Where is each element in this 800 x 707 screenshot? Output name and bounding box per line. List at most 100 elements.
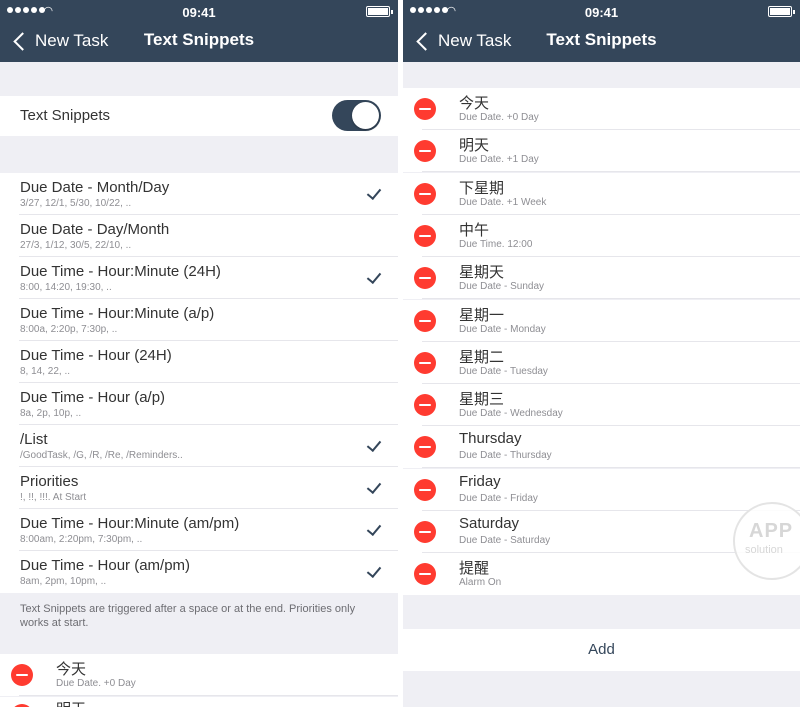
snippet-row[interactable]: 星期天 Due Date - Sunday bbox=[403, 257, 800, 299]
checkmark-icon bbox=[366, 478, 382, 495]
option-subtitle: !, !!, !!!. At Start bbox=[20, 492, 87, 503]
footer-note: Text Snippets are triggered after a spac… bbox=[20, 603, 356, 629]
snippet-title: 下星期 bbox=[459, 180, 505, 197]
snippet-option-row[interactable]: /List/GoodTask, /G, /R, /Re, /Reminders.… bbox=[0, 425, 398, 467]
snippet-option-row[interactable]: Due Time - Hour:Minute (am/pm) 8:00am, 2:… bbox=[0, 509, 398, 551]
option-subtitle: 27/3, 1/12, 30/5, 22/10, .. bbox=[20, 240, 132, 251]
snippet-row[interactable]: 下星期 Due Date. +1 Week bbox=[403, 173, 800, 215]
delete-icon[interactable] bbox=[11, 664, 33, 686]
text-snippets-switch[interactable] bbox=[332, 100, 381, 131]
checkmark-icon bbox=[366, 184, 382, 201]
option-title: Due Time - Hour:Minute (a/p) bbox=[20, 305, 215, 322]
snippet-row[interactable]: 今天 Due Date. +0 Day bbox=[0, 654, 398, 696]
delete-icon[interactable] bbox=[414, 98, 436, 120]
delete-icon[interactable] bbox=[414, 479, 436, 501]
delete-icon[interactable] bbox=[414, 394, 436, 416]
navigation-bar: ◠ 09:41 New Task Text Snippets bbox=[403, 0, 800, 62]
watermark-app-text: APP bbox=[749, 520, 794, 542]
option-title: Due Time - Hour (24H) bbox=[20, 347, 172, 364]
option-subtitle: 8, 14, 22, .. bbox=[20, 366, 71, 377]
snippet-row[interactable]: 中午 Due Time. 12:00 bbox=[403, 215, 800, 257]
delete-icon[interactable] bbox=[414, 225, 436, 247]
snippet-row[interactable]: 今天 Due Date. +0 Day bbox=[403, 88, 800, 130]
page-title: Text Snippets bbox=[143, 30, 255, 49]
snippet-row[interactable]: 星期一 Due Date - Monday bbox=[403, 300, 800, 342]
snippet-title: 提醒 bbox=[459, 560, 490, 577]
snippet-subtitle: Due Date. +1 Week bbox=[459, 197, 547, 208]
delete-icon[interactable] bbox=[414, 352, 436, 374]
snippet-subtitle: Due Date - Sunday bbox=[459, 281, 545, 292]
snippet-option-row[interactable]: Due Time - Hour (24H) 8, 14, 22, .. bbox=[0, 341, 398, 383]
snippet-title: 明天 bbox=[56, 698, 86, 707]
toggle-label: Text Snippets bbox=[20, 107, 111, 124]
snippet-title: Saturday bbox=[459, 515, 520, 532]
delete-icon[interactable] bbox=[414, 267, 436, 289]
snippet-option-row[interactable]: Due Time - Hour (a/p) 8a, 2p, 10p, .. bbox=[0, 383, 398, 425]
delete-icon[interactable] bbox=[414, 521, 436, 543]
add-button[interactable]: Add bbox=[403, 629, 800, 671]
option-title: /List bbox=[20, 431, 48, 448]
delete-icon[interactable] bbox=[414, 563, 436, 585]
option-title: Due Time - Hour:Minute (am/pm) bbox=[20, 515, 240, 532]
delete-icon[interactable] bbox=[414, 140, 436, 162]
checkmark-icon bbox=[366, 268, 382, 285]
option-title: Due Date - Month/Day bbox=[20, 179, 170, 196]
text-snippets-toggle-row: Text Snippets bbox=[0, 96, 398, 136]
snippet-row[interactable]: 明天 bbox=[0, 697, 398, 707]
snippet-title: 明天 bbox=[459, 137, 490, 154]
delete-icon[interactable] bbox=[414, 436, 436, 458]
snippet-row[interactable]: 星期三 Due Date - Wednesday bbox=[403, 384, 800, 426]
option-subtitle: 8a, 2p, 10p, .. bbox=[20, 408, 82, 419]
right-screen: ◠ 09:41 New Task Text Snippets 今天 Due Dat… bbox=[403, 0, 800, 707]
snippet-title: 今天 bbox=[56, 661, 87, 678]
watermark-solution-text: solution bbox=[745, 544, 783, 556]
checkmark-icon bbox=[366, 562, 382, 579]
battery-icon bbox=[768, 6, 795, 17]
snippet-option-row[interactable]: Due Time - Hour (am/pm) 8am, 2pm, 10pm, .… bbox=[0, 551, 398, 593]
snippet-option-row[interactable]: Due Date - Month/Day 3/27, 12/1, 5/30, 10… bbox=[0, 173, 398, 215]
snippet-title: 星期三 bbox=[459, 391, 505, 408]
status-bar: ◠ 09:41 bbox=[0, 4, 398, 20]
page-title: Text Snippets bbox=[546, 30, 657, 49]
option-subtitle: 8:00a, 2:20p, 7:30p, .. bbox=[20, 324, 118, 335]
snippet-subtitle: Due Date. +1 Day bbox=[459, 154, 539, 165]
snippet-option-row[interactable]: Priorities !, !!, !!!. At Start bbox=[0, 467, 398, 509]
option-title: Due Time - Hour (am/pm) bbox=[20, 557, 191, 574]
snippet-subtitle: Due Date - Wednesday bbox=[459, 408, 563, 419]
option-subtitle: 8am, 2pm, 10pm, .. bbox=[20, 576, 107, 587]
snippet-title: 星期一 bbox=[459, 307, 505, 324]
snippet-title: Thursday bbox=[459, 430, 522, 447]
snippet-row[interactable]: Thursday Due Date - Thursday bbox=[403, 426, 800, 468]
option-title: Priorities bbox=[20, 473, 79, 490]
status-time: 09:41 bbox=[182, 5, 216, 20]
delete-icon[interactable] bbox=[414, 310, 436, 332]
snippet-title: Friday bbox=[459, 473, 501, 490]
snippet-title: 中午 bbox=[459, 222, 490, 239]
snippet-subtitle: Due Date. +0 Day bbox=[459, 112, 539, 123]
option-title: Due Time - Hour (a/p) bbox=[20, 389, 166, 406]
snippet-row[interactable]: 星期二 Due Date - Tuesday bbox=[403, 342, 800, 384]
snippet-row[interactable]: 明天 Due Date. +1 Day bbox=[403, 130, 800, 172]
snippet-title: 今天 bbox=[459, 95, 490, 112]
snippet-title: 星期二 bbox=[459, 349, 505, 366]
snippet-subtitle: Due Date - Saturday bbox=[459, 535, 551, 546]
option-subtitle: 3/27, 12/1, 5/30, 10/22, .. bbox=[20, 198, 132, 209]
snippet-row[interactable]: Friday Due Date - Friday bbox=[403, 469, 800, 511]
snippet-title: 星期天 bbox=[459, 264, 505, 281]
delete-icon[interactable] bbox=[414, 183, 436, 205]
battery-icon bbox=[366, 6, 393, 17]
snippet-option-row[interactable]: Due Time - Hour:Minute (24H) 8:00, 14:20,… bbox=[0, 257, 398, 299]
snippet-option-row[interactable]: Due Date - Day/Month 27/3, 1/12, 30/5, 22… bbox=[0, 215, 398, 257]
snippet-subtitle: Due Date - Tuesday bbox=[459, 366, 548, 377]
status-time: 09:41 bbox=[584, 5, 619, 20]
snippet-subtitle: Due Date. +0 Day bbox=[56, 678, 136, 689]
switch-knob bbox=[352, 102, 379, 129]
option-title: Due Date - Day/Month bbox=[20, 221, 170, 238]
checkmark-icon bbox=[366, 520, 382, 537]
left-screen: ◠ 09:41 New Task Text Snippets Text Snip… bbox=[0, 0, 398, 707]
checkmark-icon bbox=[366, 436, 382, 453]
snippet-subtitle: Due Time. 12:00 bbox=[459, 239, 533, 250]
snippet-subtitle: Due Date - Thursday bbox=[459, 450, 552, 461]
option-subtitle: /GoodTask, /G, /R, /Re, /Reminders.. bbox=[20, 450, 183, 461]
snippet-option-row[interactable]: Due Time - Hour:Minute (a/p) 8:00a, 2:20p… bbox=[0, 299, 398, 341]
